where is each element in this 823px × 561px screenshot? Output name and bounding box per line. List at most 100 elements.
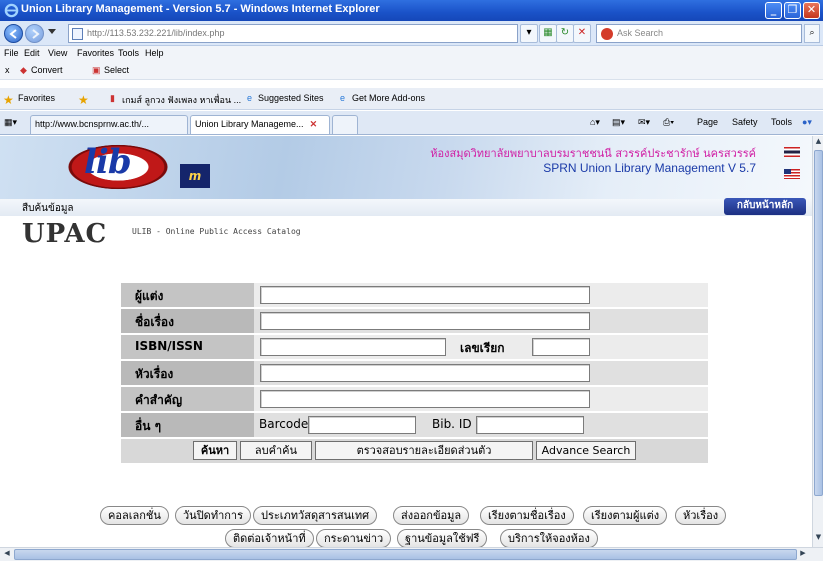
barcode-input[interactable] xyxy=(308,416,416,434)
thai-flag-icon[interactable] xyxy=(784,147,800,157)
url-text: http://113.53.232.221/lib/index.php xyxy=(87,28,225,38)
forward-button[interactable] xyxy=(25,24,44,43)
back-button[interactable] xyxy=(4,24,23,43)
menu-view[interactable]: View xyxy=(48,48,67,58)
check-personal-button[interactable]: ตรวจสอบรายละเอียดส่วนตัว xyxy=(315,441,533,460)
vertical-scrollbar[interactable]: ▲ ▼ xyxy=(812,136,823,547)
safety-menu[interactable]: Safety xyxy=(732,117,758,127)
help-icon[interactable]: ●▾ xyxy=(802,117,812,128)
breadcrumb: สืบค้นข้อมูล xyxy=(22,203,74,214)
home-icon[interactable]: ⌂▾ xyxy=(590,117,600,128)
favorites-star-icon: ★ xyxy=(3,93,14,107)
other-label: อื่น ๆ xyxy=(121,413,254,437)
minimize-button[interactable]: _ xyxy=(765,2,782,19)
close-window-button[interactable]: ✕ xyxy=(803,2,820,19)
close-toolbar-icon[interactable]: x xyxy=(5,65,10,75)
material-types-link[interactable]: ประเภทวัสดุสารสนเทศ xyxy=(253,506,378,525)
forward-arrow-icon xyxy=(32,29,40,39)
scroll-up-icon[interactable]: ▲ xyxy=(814,137,823,149)
sort-by-author-link[interactable]: เรียงตามผู้แต่ง xyxy=(583,506,668,525)
closed-days-link[interactable]: วันปิดทำการ xyxy=(175,506,251,525)
favorite-link-suggested[interactable]: Suggested Sites xyxy=(258,93,324,103)
print-icon[interactable]: ⎙▾ xyxy=(663,117,674,128)
author-label: ผู้แต่ง xyxy=(121,283,254,307)
form-buttons-row: ค้นหา ลบคำค้น ตรวจสอบรายละเอียดส่วนตัว A… xyxy=(121,439,708,463)
subject-link[interactable]: หัวเรื่อง xyxy=(675,506,727,525)
scroll-left-icon[interactable]: ◀ xyxy=(1,549,13,560)
new-tab-button[interactable] xyxy=(332,115,358,134)
scroll-right-icon[interactable]: ▶ xyxy=(797,549,809,560)
address-bar: http://113.53.232.221/lib/index.php ▾ ▦ … xyxy=(0,21,823,46)
compatibility-view-icon[interactable]: ▦ xyxy=(539,24,557,43)
feeds-icon[interactable]: ▤▾ xyxy=(612,117,625,128)
export-data-link[interactable]: ส่งออกข้อมูล xyxy=(393,506,470,525)
url-dropdown-button[interactable]: ▾ xyxy=(520,24,538,43)
menu-help[interactable]: Help xyxy=(145,48,164,58)
advance-search-button[interactable]: Advance Search xyxy=(536,441,636,460)
news-board-link[interactable]: กระดานข่าว xyxy=(316,529,392,547)
favorite-link-addons[interactable]: Get More Add-ons xyxy=(352,93,425,103)
home-button[interactable]: กลับหน้าหลัก xyxy=(724,198,806,215)
search-field[interactable]: Ask Search xyxy=(596,24,802,43)
library-english-name: SPRN Union Library Management V 5.7 xyxy=(543,161,756,175)
ask-search-icon xyxy=(601,28,613,40)
window-titlebar: Union Library Management - Version 5.7 -… xyxy=(0,0,823,21)
isbn-row: ISBN/ISSN เลขเรียก xyxy=(121,335,708,359)
tab-bcnsprnw[interactable]: http://www.bcnsprnw.ac.th/... xyxy=(30,115,188,134)
scroll-down-icon[interactable]: ▼ xyxy=(814,533,823,545)
author-input[interactable] xyxy=(260,286,590,304)
menu-favorites[interactable]: Favorites xyxy=(77,48,114,58)
favorites-button[interactable]: Favorites xyxy=(18,93,55,103)
sort-by-title-link[interactable]: เรียงตามชื่อเรื่อง xyxy=(480,506,574,525)
convert-button[interactable]: Convert xyxy=(31,65,63,75)
close-tab-icon[interactable]: ✕ xyxy=(310,119,318,129)
history-dropdown-icon[interactable] xyxy=(48,29,56,34)
collection-link[interactable]: คอลเลกชั่น xyxy=(100,506,169,525)
bib-id-input[interactable] xyxy=(476,416,584,434)
menu-tools[interactable]: Tools xyxy=(118,48,139,58)
horizontal-scroll-thumb[interactable] xyxy=(14,549,797,560)
english-flag-icon[interactable] xyxy=(784,169,800,179)
free-database-link[interactable]: ฐานข้อมูลใช้ฟรี xyxy=(397,529,488,547)
tab-union-library[interactable]: Union Library Manageme... ✕ xyxy=(190,115,330,134)
upac-title: UPAC xyxy=(22,219,108,249)
favorites-bar: ★ Favorites ★ ▮ เกมส์ ลูกวง ฟังเพลง หาเพ… xyxy=(0,88,823,110)
room-booking-link[interactable]: บริการให้จองห้อง xyxy=(500,529,598,547)
title-label: ชื่อเรื่อง xyxy=(121,309,254,333)
subject-input[interactable] xyxy=(260,364,590,382)
stop-icon[interactable]: ✕ xyxy=(573,24,591,43)
keyword-input[interactable] xyxy=(260,390,590,408)
horizontal-scrollbar[interactable]: ◀ ▶ xyxy=(0,547,823,561)
contact-staff-link[interactable]: ติดต่อเจ้าหน้าที่ xyxy=(225,529,314,547)
author-row: ผู้แต่ง xyxy=(121,283,708,307)
convert-icon: ◆ xyxy=(20,65,27,75)
tools-menu[interactable]: Tools xyxy=(771,117,792,127)
vertical-scroll-thumb[interactable] xyxy=(814,150,823,496)
call-number-input[interactable] xyxy=(532,338,590,356)
maximize-button[interactable]: ❐ xyxy=(784,2,801,19)
subject-label: หัวเรื่อง xyxy=(121,361,254,385)
game-site-icon: ▮ xyxy=(110,93,115,103)
select-button[interactable]: Select xyxy=(104,65,129,75)
quick-tabs-icon[interactable]: ▦▾ xyxy=(4,117,17,128)
title-row: ชื่อเรื่อง xyxy=(121,309,708,333)
url-field[interactable]: http://113.53.232.221/lib/index.php xyxy=(68,24,518,43)
menu-bar: File Edit View Favorites Tools Help xyxy=(0,46,823,63)
search-go-icon[interactable]: ⌕ xyxy=(804,24,820,43)
search-button[interactable]: ค้นหา xyxy=(193,441,237,460)
mail-icon[interactable]: ✉▾ xyxy=(638,117,650,128)
keyword-label: คำสำคัญ xyxy=(121,387,254,411)
favorite-link-1[interactable]: เกมส์ ลูกวง ฟังเพลง หาเพื่อน ... xyxy=(122,93,241,107)
clear-button[interactable]: ลบคำค้น xyxy=(240,441,312,460)
internet-explorer-icon xyxy=(4,3,19,18)
add-favorites-icon[interactable]: ★ xyxy=(78,93,89,107)
back-arrow-icon xyxy=(9,29,17,39)
refresh-icon[interactable]: ↻ xyxy=(556,24,574,43)
page-icon xyxy=(72,28,83,40)
isbn-input[interactable] xyxy=(260,338,446,356)
menu-file[interactable]: File xyxy=(4,48,19,58)
menu-edit[interactable]: Edit xyxy=(24,48,40,58)
bib-id-label: Bib. ID xyxy=(432,417,472,431)
page-menu[interactable]: Page xyxy=(697,117,718,127)
title-input[interactable] xyxy=(260,312,590,330)
